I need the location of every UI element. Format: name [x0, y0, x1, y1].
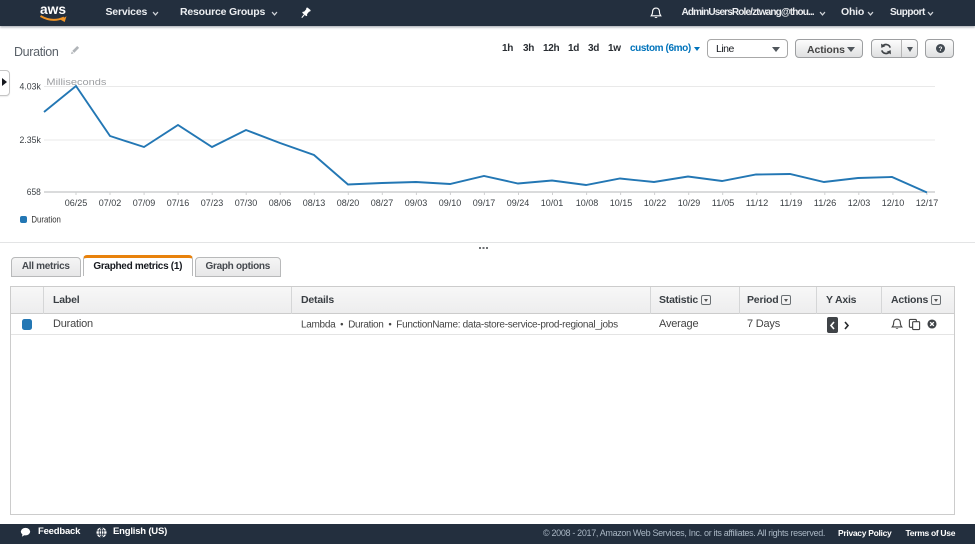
svg-text:07/30: 07/30: [235, 198, 258, 209]
svg-text:2.35k: 2.35k: [20, 135, 42, 146]
svg-text:06/25: 06/25: [65, 198, 88, 209]
svg-text:09/24: 09/24: [507, 198, 530, 209]
svg-text:07/16: 07/16: [167, 198, 190, 209]
svg-text:11/19: 11/19: [780, 198, 803, 209]
svg-text:658: 658: [27, 187, 41, 198]
svg-text:11/26: 11/26: [814, 198, 837, 209]
svg-text:07/09: 07/09: [133, 198, 156, 209]
svg-text:10/15: 10/15: [610, 198, 633, 209]
svg-text:09/17: 09/17: [473, 198, 496, 209]
svg-text:08/06: 08/06: [269, 198, 292, 209]
svg-text:08/13: 08/13: [303, 198, 326, 209]
svg-text:4.03k: 4.03k: [20, 82, 42, 93]
svg-text:11/12: 11/12: [746, 198, 769, 209]
svg-text:11/05: 11/05: [712, 198, 735, 209]
svg-text:12/17: 12/17: [916, 198, 939, 209]
svg-text:10/22: 10/22: [644, 198, 667, 209]
svg-text:Duration: Duration: [31, 215, 61, 226]
svg-text:10/29: 10/29: [678, 198, 701, 209]
svg-text:07/23: 07/23: [201, 198, 224, 209]
svg-text:07/02: 07/02: [99, 198, 122, 209]
svg-text:08/27: 08/27: [371, 198, 394, 209]
svg-text:10/01: 10/01: [541, 198, 564, 209]
svg-text:09/03: 09/03: [405, 198, 428, 209]
svg-text:09/10: 09/10: [439, 198, 462, 209]
svg-text:10/08: 10/08: [576, 198, 599, 209]
svg-text:08/20: 08/20: [337, 198, 360, 209]
svg-text:12/10: 12/10: [882, 198, 905, 209]
svg-text:12/03: 12/03: [848, 198, 871, 209]
